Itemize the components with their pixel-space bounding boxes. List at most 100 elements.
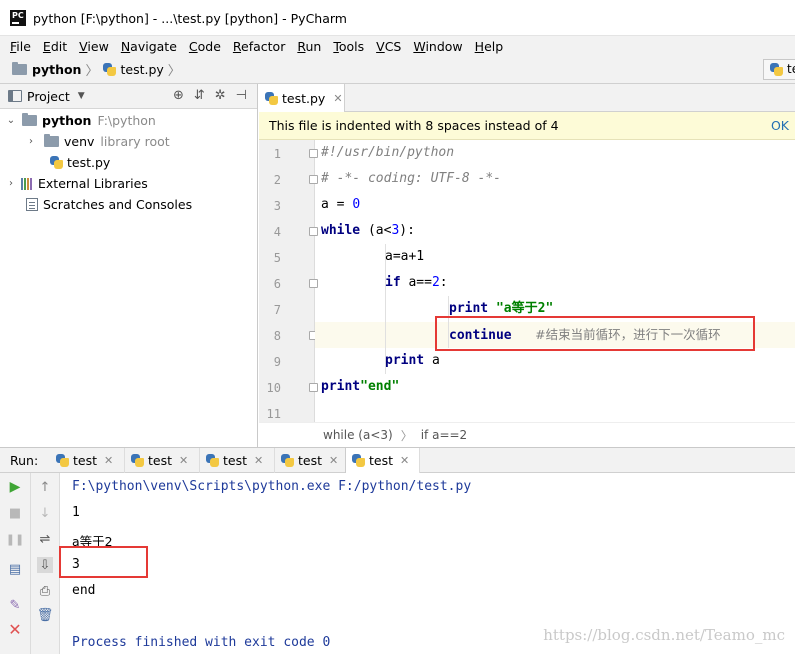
close-run-icon[interactable]: ✕ [7, 620, 23, 639]
line-number: 1 [273, 147, 281, 161]
breadcrumb-project[interactable]: python 〉 [12, 60, 103, 79]
locate-file-icon[interactable]: ⊕ [173, 88, 184, 103]
tree-item-venv[interactable]: › venv library root [26, 131, 170, 152]
tree-root-name: python [42, 113, 92, 128]
menu-view[interactable]: View [79, 39, 109, 54]
pause-icon[interactable]: ❚❚ [6, 531, 24, 547]
breadcrumb-file[interactable]: test.py 〉 [103, 60, 185, 79]
close-tab-icon[interactable]: ✕ [400, 454, 409, 467]
menu-edit[interactable]: Edit [43, 39, 67, 54]
code-comment: #!/usr/bin/python [321, 145, 455, 160]
run-tab[interactable]: test ✕ [200, 448, 275, 473]
project-panel-header: Project ▼ ⊕ ⇵ ✲ ⊣ [0, 84, 257, 109]
watermark-text: https://blog.csdn.net/Teamo_mc [543, 626, 785, 644]
notice-ok-link[interactable]: OK [771, 118, 789, 133]
run-tab[interactable]: test ✕ [50, 448, 125, 473]
expand-right-icon[interactable]: › [6, 178, 16, 189]
line-number: 11 [266, 407, 281, 421]
print-icon[interactable]: ⎙ [37, 583, 53, 599]
menu-help[interactable]: Help [475, 39, 504, 54]
up-arrow-icon[interactable]: ↑ [37, 479, 53, 495]
menu-vcs[interactable]: VCS [376, 39, 401, 54]
folder-icon [12, 62, 27, 75]
annotation-box-output-3 [59, 546, 148, 578]
project-panel-title[interactable]: Project [27, 89, 70, 104]
python-file-icon [265, 91, 278, 105]
menu-tools[interactable]: Tools [333, 39, 364, 54]
collapse-all-icon[interactable]: ⇵ [194, 88, 205, 103]
run-tab[interactable]: test ✕ [275, 448, 350, 473]
menu-window[interactable]: Window [413, 39, 462, 54]
trash-icon[interactable]: 🗑 [37, 607, 54, 623]
line-number-gutter: 1 2 3 4 5 6 7 8 9 10 11 [259, 140, 318, 422]
line-number: 5 [273, 251, 281, 265]
editor-tab-test-py[interactable]: test.py ✕ [259, 84, 345, 112]
code-line-9: print a [385, 348, 440, 374]
line-number: 4 [273, 225, 281, 239]
restore-layout-icon[interactable]: ▤ [7, 561, 23, 577]
tree-item-test-py[interactable]: test.py [50, 152, 110, 173]
breadcrumb-project-label: python [32, 62, 82, 77]
project-view-icon [8, 90, 22, 102]
editor-tab-label: test.py [282, 90, 326, 106]
settings-gear-icon[interactable]: ✲ [215, 88, 226, 103]
close-tab-icon[interactable]: ✕ [254, 454, 263, 467]
scratches-icon [26, 198, 38, 211]
run-toolbar-secondary: ↑ ↓ ⇌ ⇩ ⎙ 🗑 [31, 473, 60, 654]
menu-file[interactable]: File [10, 39, 31, 54]
soft-wrap-icon[interactable]: ⇌ [37, 531, 53, 547]
pycharm-app-icon: PC [10, 10, 26, 26]
run-tab-active[interactable]: test ✕ [345, 448, 420, 473]
tree-item-external-libraries[interactable]: › External Libraries [6, 173, 148, 194]
folder-icon [44, 134, 59, 147]
navigation-bar: python 〉 test.py 〉 tes [0, 56, 795, 84]
python-file-icon [131, 454, 144, 467]
code-number: 2 [431, 275, 440, 290]
python-file-icon [50, 156, 63, 169]
folder-icon [22, 113, 37, 126]
window-title: python [F:\python] - ...\test.py [python… [33, 11, 347, 26]
expand-down-icon[interactable]: ⌄ [6, 115, 16, 126]
code-text: a = [321, 197, 353, 212]
close-tab-icon[interactable]: ✕ [104, 454, 113, 467]
expand-right-icon[interactable]: › [26, 136, 36, 147]
code-area[interactable]: #!/usr/bin/python # -*- coding: UTF-8 -*… [315, 140, 795, 422]
stop-icon[interactable]: ■ [7, 505, 23, 521]
scroll-to-end-icon[interactable]: ⇩ [37, 557, 53, 573]
tree-item-scratches[interactable]: Scratches and Consoles [26, 194, 192, 215]
project-panel: Project ▼ ⊕ ⇵ ✲ ⊣ ⌄ python F:\python › v… [0, 84, 258, 447]
pin-tab-icon[interactable]: ✎ [7, 597, 23, 613]
python-file-icon [352, 454, 365, 467]
line-number: 7 [273, 303, 281, 317]
code-text: a== [400, 275, 432, 290]
indent-notice-text: This file is indented with 8 spaces inst… [269, 118, 559, 133]
code-structure-breadcrumb: while (a<3) 〉 if a==2 [259, 422, 795, 447]
menu-refactor[interactable]: Refactor [233, 39, 285, 54]
breadcrumb-if[interactable]: if a==2 [421, 428, 467, 442]
run-config-selector[interactable]: tes [763, 59, 795, 80]
tree-venv-name: venv [64, 134, 95, 149]
code-keyword: print [321, 379, 361, 394]
close-tab-icon[interactable]: ✕ [333, 92, 342, 105]
close-tab-icon[interactable]: ✕ [179, 454, 188, 467]
hide-panel-icon[interactable]: ⊣ [236, 88, 247, 103]
menu-navigate[interactable]: Navigate [121, 39, 177, 54]
breadcrumb-while[interactable]: while (a<3) [323, 428, 393, 442]
run-tab-label: test [223, 453, 248, 468]
close-tab-icon[interactable]: ✕ [329, 454, 338, 467]
code-text: : [439, 275, 448, 290]
code-line-10: print"end" [321, 374, 399, 400]
code-number: 0 [352, 197, 361, 212]
down-arrow-icon[interactable]: ↓ [37, 505, 53, 521]
menu-code[interactable]: Code [189, 39, 221, 54]
rerun-icon[interactable]: ▶ [7, 479, 23, 495]
console-line: 1 [72, 505, 80, 520]
dropdown-arrow-icon[interactable]: ▼ [78, 91, 85, 101]
tree-item-root[interactable]: ⌄ python F:\python [6, 110, 156, 131]
menu-run[interactable]: Run [297, 39, 321, 54]
run-tab[interactable]: test ✕ [125, 448, 200, 473]
title-bar: PC python [F:\python] - ...\test.py [pyt… [0, 0, 795, 36]
code-keyword: while [321, 223, 361, 238]
chevron-right-icon: 〉 [85, 64, 99, 79]
code-line-4: while (a<3): [321, 218, 415, 244]
